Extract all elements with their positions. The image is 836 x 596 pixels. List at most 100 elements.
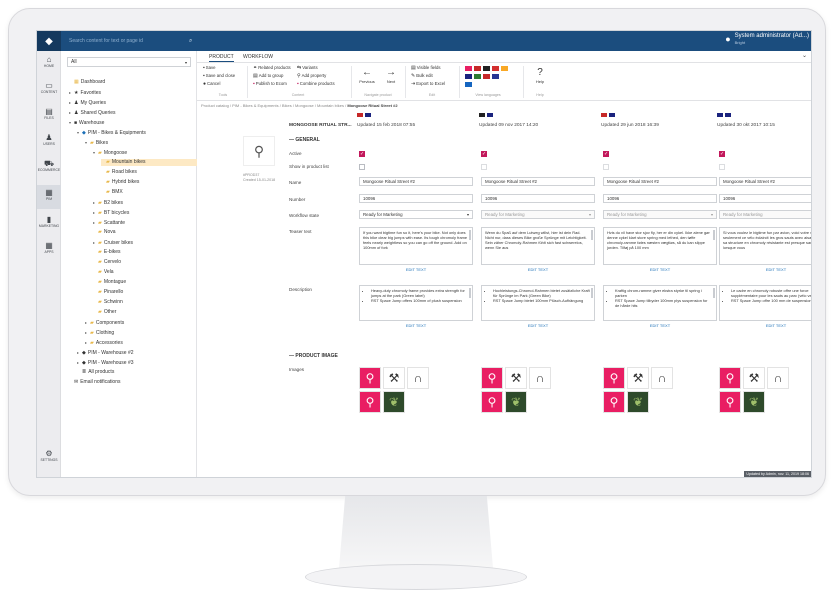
number-field[interactable]: 10096: [359, 194, 473, 203]
add-property-button[interactable]: ⚲Add property: [297, 73, 326, 79]
rail-item-users[interactable]: ♟ USERS: [37, 133, 61, 146]
edit-teaser-link[interactable]: EDIT TEXT: [481, 267, 595, 272]
outdoor-image-icon[interactable]: ❦: [627, 391, 649, 413]
tree-node-selected[interactable]: ▰ Mountain bikes: [101, 159, 197, 166]
bike-image-icon[interactable]: ⚲: [359, 391, 381, 413]
name-field[interactable]: Mongoose Ritual Street #2: [603, 177, 717, 186]
save-close-button[interactable]: ▪Save and close: [203, 73, 235, 79]
bike-image-icon[interactable]: ⚲: [603, 391, 625, 413]
tree-node[interactable]: ▸ ▰ Accessories: [85, 339, 123, 347]
variants-button[interactable]: ⇆Variants: [297, 65, 318, 71]
section-general[interactable]: — GENERAL: [289, 137, 320, 143]
name-field[interactable]: Mongoose Ritual Street #2: [359, 177, 473, 186]
tree-node[interactable]: ▰ BMX: [101, 189, 123, 196]
scrollbar[interactable]: [713, 288, 715, 298]
global-search-input[interactable]: Search content for text or page id: [67, 34, 187, 48]
flag-icon[interactable]: [474, 74, 481, 79]
tree-node[interactable]: ▸ ▰ B2 bikes: [93, 199, 123, 207]
bike-part-image-icon[interactable]: ⚒: [383, 367, 405, 389]
flag-icon[interactable]: [483, 74, 490, 79]
teaser-textarea[interactable]: Wenn du Spaß auf dem Lutweg willst, hier…: [481, 227, 595, 265]
rail-item-settings[interactable]: ⚙ SETTINGS: [37, 449, 61, 462]
tree-node[interactable]: ▸ ▰ BT bicycles: [93, 209, 129, 217]
number-field[interactable]: 10096: [481, 194, 595, 203]
handlebar-image-icon[interactable]: ∩: [651, 367, 673, 389]
combine-products-button[interactable]: ▪Combine products: [297, 81, 335, 87]
handlebar-image-icon[interactable]: ∩: [767, 367, 789, 389]
export-excel-button[interactable]: ⇥Export to Excel: [411, 81, 445, 87]
tree-node[interactable]: ▸ ◆ PIM - Warehouse #3: [77, 359, 134, 367]
tree-node[interactable]: ▸ ▰ Cruiser bikes: [93, 239, 133, 247]
tree-node[interactable]: ▾ ◆ PIM - Bikes & Equipments: [77, 129, 146, 137]
outdoor-image-icon[interactable]: ❦: [383, 391, 405, 413]
tree-node[interactable]: ▰ Hybrid bikes: [101, 179, 139, 186]
tree-node[interactable]: ▾ ■ Warehouse: [69, 119, 104, 127]
language-flags-grid[interactable]: [465, 66, 508, 87]
next-button[interactable]: → Next: [381, 67, 401, 84]
tree-node[interactable]: ▾ ▰ Bikes: [85, 139, 108, 147]
edit-description-link[interactable]: EDIT TEXT: [719, 323, 811, 328]
bulk-edit-button[interactable]: ✎Bulk edit: [411, 73, 433, 79]
show-in-list-checkbox[interactable]: [719, 164, 725, 170]
handlebar-image-icon[interactable]: ∩: [407, 367, 429, 389]
related-products-button[interactable]: ⚭Related products: [253, 65, 291, 71]
tree-node[interactable]: ▰ Other: [93, 309, 116, 316]
flag-icon[interactable]: [483, 66, 490, 71]
teaser-textarea[interactable]: Hvis du vil have stor sjov fly, her er d…: [603, 227, 717, 265]
tree-node[interactable]: ▸ ▰ Scattante: [93, 219, 125, 227]
section-product-image[interactable]: — PRODUCT IMAGE: [289, 353, 338, 359]
cancel-button[interactable]: ●Cancel: [203, 81, 220, 87]
bike-image-icon[interactable]: ⚲: [481, 391, 503, 413]
description-textarea[interactable]: Le cadre en chromoly robuste offre une f…: [719, 285, 811, 321]
active-checkbox[interactable]: ✓: [481, 151, 487, 157]
name-field[interactable]: Mongoose Ritual Street #2: [481, 177, 595, 186]
flag-icon[interactable]: [465, 74, 472, 79]
bike-image-icon[interactable]: ⚲: [719, 367, 741, 389]
active-checkbox[interactable]: ✓: [603, 151, 609, 157]
edit-description-link[interactable]: EDIT TEXT: [481, 323, 595, 328]
teaser-textarea[interactable]: If you want bigtime fun so it, here's yo…: [359, 227, 473, 265]
user-menu[interactable]: ● System administrator (Ad...) Bright: [725, 33, 809, 45]
tree-node[interactable]: ▰ Montague: [93, 279, 126, 286]
previous-button[interactable]: ← Previous: [355, 67, 379, 84]
add-to-group-button[interactable]: ▤Add to group: [253, 73, 283, 79]
tree-node[interactable]: ≣ All products: [77, 369, 114, 376]
tree-filter-select[interactable]: All ▾: [67, 57, 191, 67]
scrollbar[interactable]: [591, 288, 593, 298]
flag-icon[interactable]: [492, 74, 499, 79]
tree-node[interactable]: ▸ ♟ My Queries: [69, 99, 106, 107]
rail-item-home[interactable]: ⌂ HOME: [37, 55, 61, 68]
chevron-down-icon[interactable]: ⌄: [802, 52, 807, 59]
app-logo-icon[interactable]: ◆: [37, 31, 61, 51]
save-button[interactable]: ▪Save: [203, 65, 216, 71]
edit-teaser-link[interactable]: EDIT TEXT: [603, 267, 717, 272]
description-textarea[interactable]: Heavy-duty chromoly frame provides extra…: [359, 285, 473, 321]
number-field[interactable]: 10096: [603, 194, 717, 203]
edit-teaser-link[interactable]: EDIT TEXT: [359, 267, 473, 272]
tree-node[interactable]: ▰ E-bikes: [93, 249, 121, 256]
bike-image-icon[interactable]: ⚲: [481, 367, 503, 389]
edit-description-link[interactable]: EDIT TEXT: [359, 323, 473, 328]
rail-item-files[interactable]: ▤ FILES: [37, 107, 61, 120]
tab-product[interactable]: PRODUCT: [209, 53, 234, 62]
rail-item-apps[interactable]: ▦ APPS: [37, 241, 61, 254]
bike-image-icon[interactable]: ⚲: [719, 391, 741, 413]
flag-icon[interactable]: [492, 66, 499, 71]
description-textarea[interactable]: Kraftig chrom-ramme giver ekstra styrke …: [603, 285, 717, 321]
bike-part-image-icon[interactable]: ⚒: [627, 367, 649, 389]
flag-icon[interactable]: [501, 66, 508, 71]
breadcrumb-path[interactable]: Product catalog / PIM - Bikes & Equipmen…: [201, 103, 346, 108]
tree-node[interactable]: ▰ Schwinn: [93, 299, 123, 306]
outdoor-image-icon[interactable]: ❦: [505, 391, 527, 413]
tree-node[interactable]: ▰ Cervelo: [93, 259, 121, 266]
tree-node[interactable]: ▾ ▰ Mongoose: [93, 149, 127, 157]
product-thumbnail[interactable]: ⚲: [243, 136, 275, 166]
scrollbar[interactable]: [469, 230, 471, 240]
active-checkbox[interactable]: ✓: [359, 151, 365, 157]
scrollbar[interactable]: [469, 288, 471, 298]
scrollbar[interactable]: [591, 230, 593, 240]
show-in-list-checkbox[interactable]: [481, 164, 487, 170]
description-textarea[interactable]: Hochleistungs-Chromol-Rahmen bietet zusä…: [481, 285, 595, 321]
bike-image-icon[interactable]: ⚲: [359, 367, 381, 389]
bike-image-icon[interactable]: ⚲: [603, 367, 625, 389]
